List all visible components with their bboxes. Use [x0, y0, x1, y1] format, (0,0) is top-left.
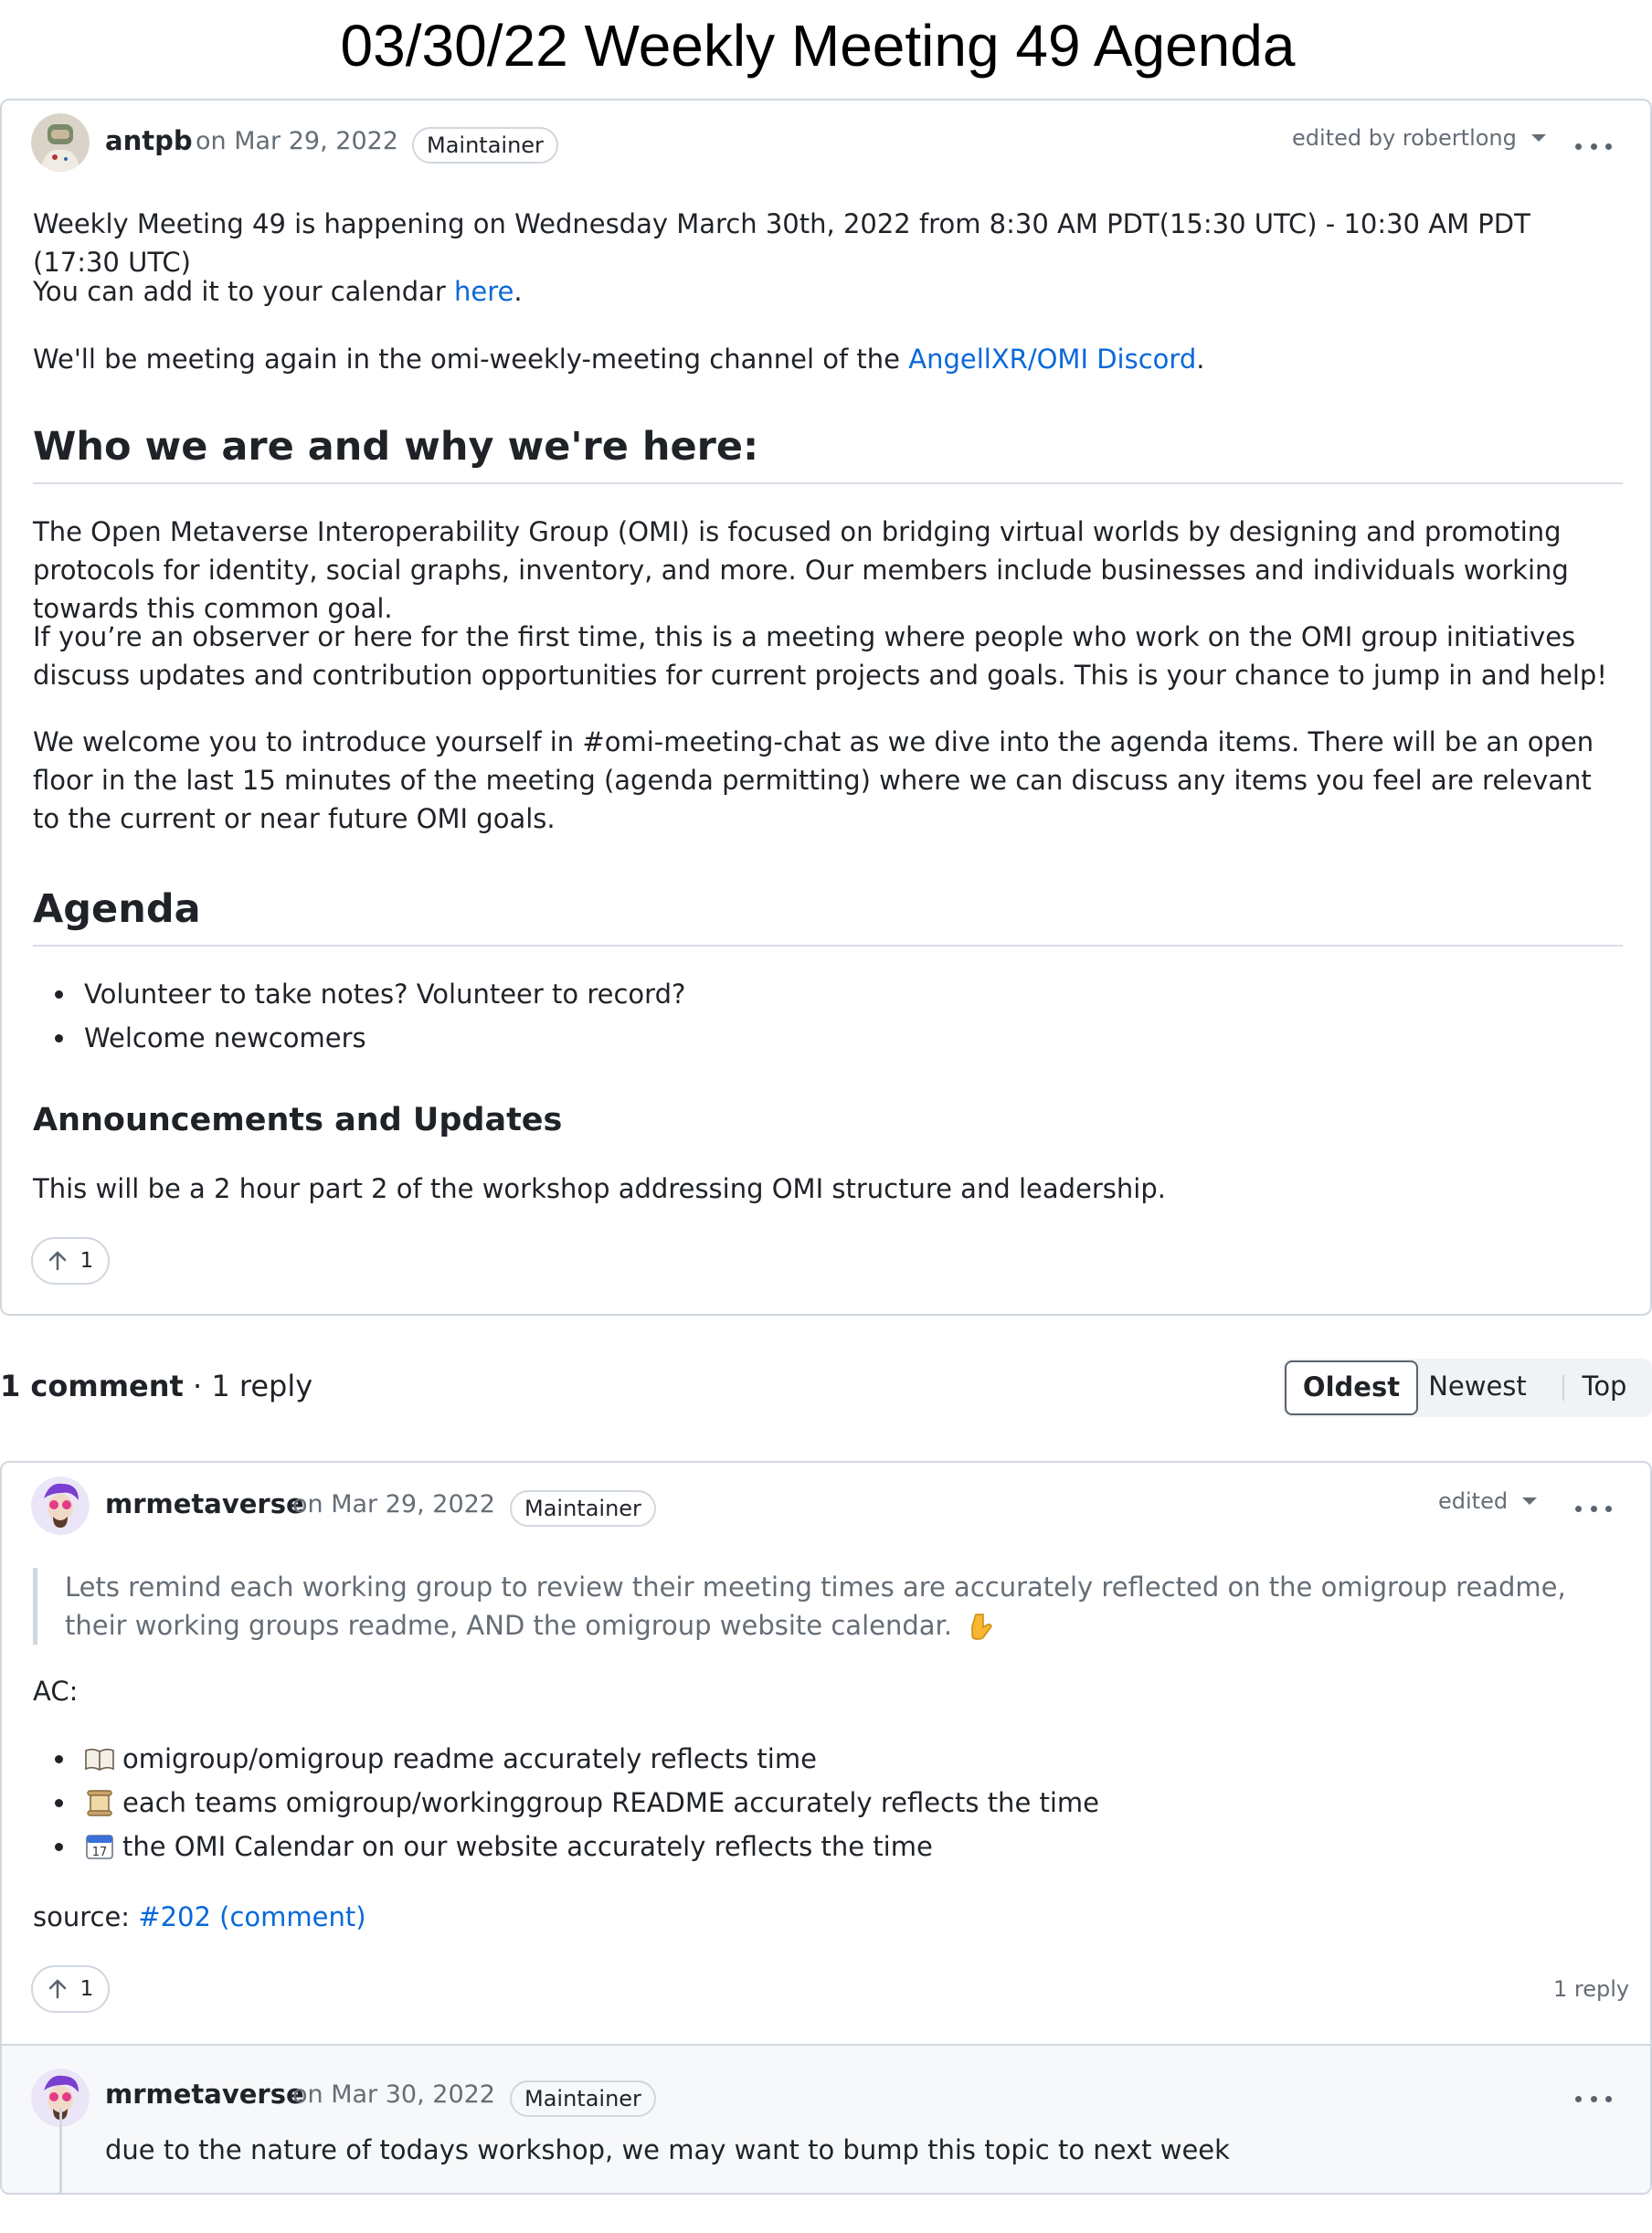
announcements-heading: Announcements and Updates — [33, 1102, 563, 1138]
source-label: source: — [33, 1901, 139, 1932]
caret-down-icon — [1530, 134, 1546, 142]
meeting-time-text: Weekly Meeting 49 is happening on Wednes… — [33, 208, 1530, 278]
maintainer-badge: Maintainer — [510, 1490, 656, 1527]
comment-date[interactable]: on Mar 29, 2022 — [292, 1490, 495, 1519]
ac-label: AC: — [33, 1676, 79, 1707]
edited-by-label: edited by robertlong — [1292, 125, 1517, 151]
reply-count: 1 reply — [211, 1369, 313, 1403]
more-options-icon[interactable] — [1575, 1499, 1612, 1518]
quote-text: Lets remind each working group to review… — [65, 1572, 1566, 1641]
edited-label: edited — [1438, 1488, 1509, 1514]
divider — [33, 945, 1623, 947]
svg-text:17: 17 — [92, 1846, 108, 1859]
discord-suffix: . — [1196, 344, 1205, 375]
reply-text: due to the nature of todays workshop, we… — [105, 2134, 1230, 2165]
reply-author[interactable]: mrmetaverse — [105, 2079, 304, 2110]
who-heading: Who we are and why we're here: — [33, 424, 759, 470]
comment-author[interactable]: mrmetaverse — [105, 1488, 304, 1519]
more-options-icon[interactable] — [1575, 137, 1612, 155]
astronaut-avatar-icon — [31, 113, 90, 172]
who-paragraph-2: If you’re an observer or here for the fi… — [33, 621, 1607, 691]
list-item: omigroup/omigroup readme accurately refl… — [33, 1737, 1099, 1781]
calendar-text: You can add it to your calendar here. — [33, 272, 1623, 311]
blockquote: Lets remind each working group to review… — [33, 1568, 1623, 1645]
discussion-post: antpb on Mar 29, 2022 Maintainer edited … — [0, 99, 1652, 1316]
scroll-emoji-icon — [87, 1790, 112, 1816]
agenda-list: Volunteer to take notes? Volunteer to re… — [33, 972, 685, 1060]
upvote-count: 1 — [79, 1977, 94, 2001]
pointing-down-emoji-icon — [971, 1614, 993, 1640]
metaverse-avatar-icon — [31, 1476, 90, 1535]
sort-segmented-control: Oldest Newest Top — [1283, 1359, 1652, 1417]
more-options-icon[interactable] — [1575, 2090, 1612, 2108]
who-paragraph-3: We welcome you to introduce yourself in … — [33, 726, 1594, 834]
source-link[interactable]: #202 (comment) — [138, 1901, 365, 1932]
comment: mrmetaverse on Mar 29, 2022 Maintainer e… — [0, 1461, 1652, 2195]
list-item: each teams omigroup/workinggroup README … — [33, 1781, 1099, 1825]
arrow-up-icon — [48, 1979, 66, 1999]
upvote-count: 1 — [79, 1249, 94, 1273]
upvote-button[interactable]: 1 — [31, 1237, 110, 1285]
avatar[interactable] — [31, 1476, 90, 1535]
calendar-emoji-icon: 17 — [86, 1835, 113, 1859]
post-author[interactable]: antpb — [105, 125, 193, 156]
who-paragraph-1: The Open Metaverse Interoperability Grou… — [33, 516, 1569, 624]
avatar[interactable] — [31, 113, 90, 172]
thread-line — [59, 2108, 62, 2193]
discord-prefix: We'll be meeting again in the omi-weekly… — [33, 344, 909, 375]
sort-oldest-button[interactable]: Oldest — [1285, 1360, 1418, 1415]
list-item: 17 the OMI Calendar on our website accura… — [33, 1825, 1099, 1868]
page-title: 03/30/22 Weekly Meeting 49 Agenda — [340, 13, 1296, 79]
reply-date[interactable]: on Mar 30, 2022 — [292, 2080, 495, 2109]
reply-count-link[interactable]: 1 reply — [1553, 1976, 1629, 2002]
reply: mrmetaverse on Mar 30, 2022 Maintainer d… — [2, 2044, 1650, 2193]
discord-text: We'll be meeting again in the omi-weekly… — [33, 340, 1623, 378]
list-item-text: each teams omigroup/workinggroup README … — [122, 1787, 1100, 1818]
book-emoji-icon — [85, 1748, 114, 1771]
source-text: source: #202 (comment) — [33, 1898, 1623, 1936]
calendar-prefix: You can add it to your calendar — [33, 276, 455, 307]
divider — [33, 482, 1623, 484]
arrow-up-icon — [48, 1251, 66, 1271]
list-item-text: the OMI Calendar on our website accurate… — [122, 1831, 933, 1862]
post-date[interactable]: on Mar 29, 2022 — [196, 127, 398, 155]
list-item-text: omigroup/omigroup readme accurately refl… — [122, 1743, 817, 1774]
agenda-heading: Agenda — [33, 886, 201, 932]
sort-top-button[interactable]: Top — [1557, 1359, 1652, 1417]
list-item: Volunteer to take notes? Volunteer to re… — [33, 972, 685, 1016]
calendar-suffix: . — [514, 276, 523, 307]
upvote-button[interactable]: 1 — [31, 1965, 110, 2013]
ac-list: omigroup/omigroup readme accurately refl… — [33, 1737, 1099, 1868]
edit-history-dropdown[interactable]: edited by robertlong — [1292, 125, 1546, 151]
maintainer-badge: Maintainer — [412, 127, 558, 164]
list-item: Welcome newcomers — [33, 1016, 685, 1060]
calendar-link[interactable]: here — [454, 276, 514, 307]
discord-link[interactable]: AngellXR/OMI Discord — [908, 344, 1196, 375]
caret-down-icon — [1522, 1497, 1538, 1505]
maintainer-badge: Maintainer — [510, 2080, 656, 2117]
announcements-text: This will be a 2 hour part 2 of the work… — [33, 1173, 1166, 1204]
comments-summary: 1 comment · 1 reply — [0, 1369, 312, 1403]
sort-newest-button[interactable]: Newest — [1418, 1359, 1537, 1417]
comment-count: 1 comment — [0, 1369, 184, 1403]
edit-history-dropdown[interactable]: edited — [1438, 1488, 1538, 1514]
separator: · — [183, 1369, 212, 1403]
